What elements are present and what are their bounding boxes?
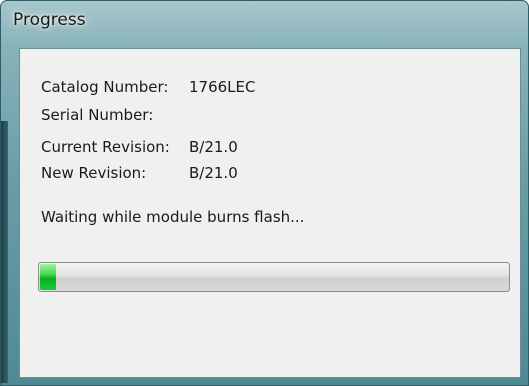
progress-dialog: Progress Catalog Number: 1766LEC Serial N… xyxy=(0,0,529,386)
current-revision-label: Current Revision: xyxy=(41,138,170,156)
progress-bar-fill xyxy=(40,264,56,290)
serial-number-label: Serial Number: xyxy=(41,106,154,124)
title-bar[interactable]: Progress xyxy=(1,1,528,39)
progress-bar xyxy=(38,262,510,292)
current-revision-value: B/21.0 xyxy=(189,138,238,156)
serial-number-row: Serial Number: xyxy=(41,106,189,124)
catalog-number-row: Catalog Number: 1766LEC xyxy=(41,78,255,96)
new-revision-value: B/21.0 xyxy=(189,164,238,182)
current-revision-row: Current Revision: B/21.0 xyxy=(41,138,238,156)
catalog-number-label: Catalog Number: xyxy=(41,78,169,96)
new-revision-label: New Revision: xyxy=(41,164,147,182)
window-title: Progress xyxy=(13,10,86,30)
catalog-number-value: 1766LEC xyxy=(189,78,256,96)
new-revision-row: New Revision: B/21.0 xyxy=(41,164,238,182)
dialog-content: Catalog Number: 1766LEC Serial Number: Cu… xyxy=(19,48,521,378)
status-message: Waiting while module burns flash... xyxy=(41,208,305,226)
